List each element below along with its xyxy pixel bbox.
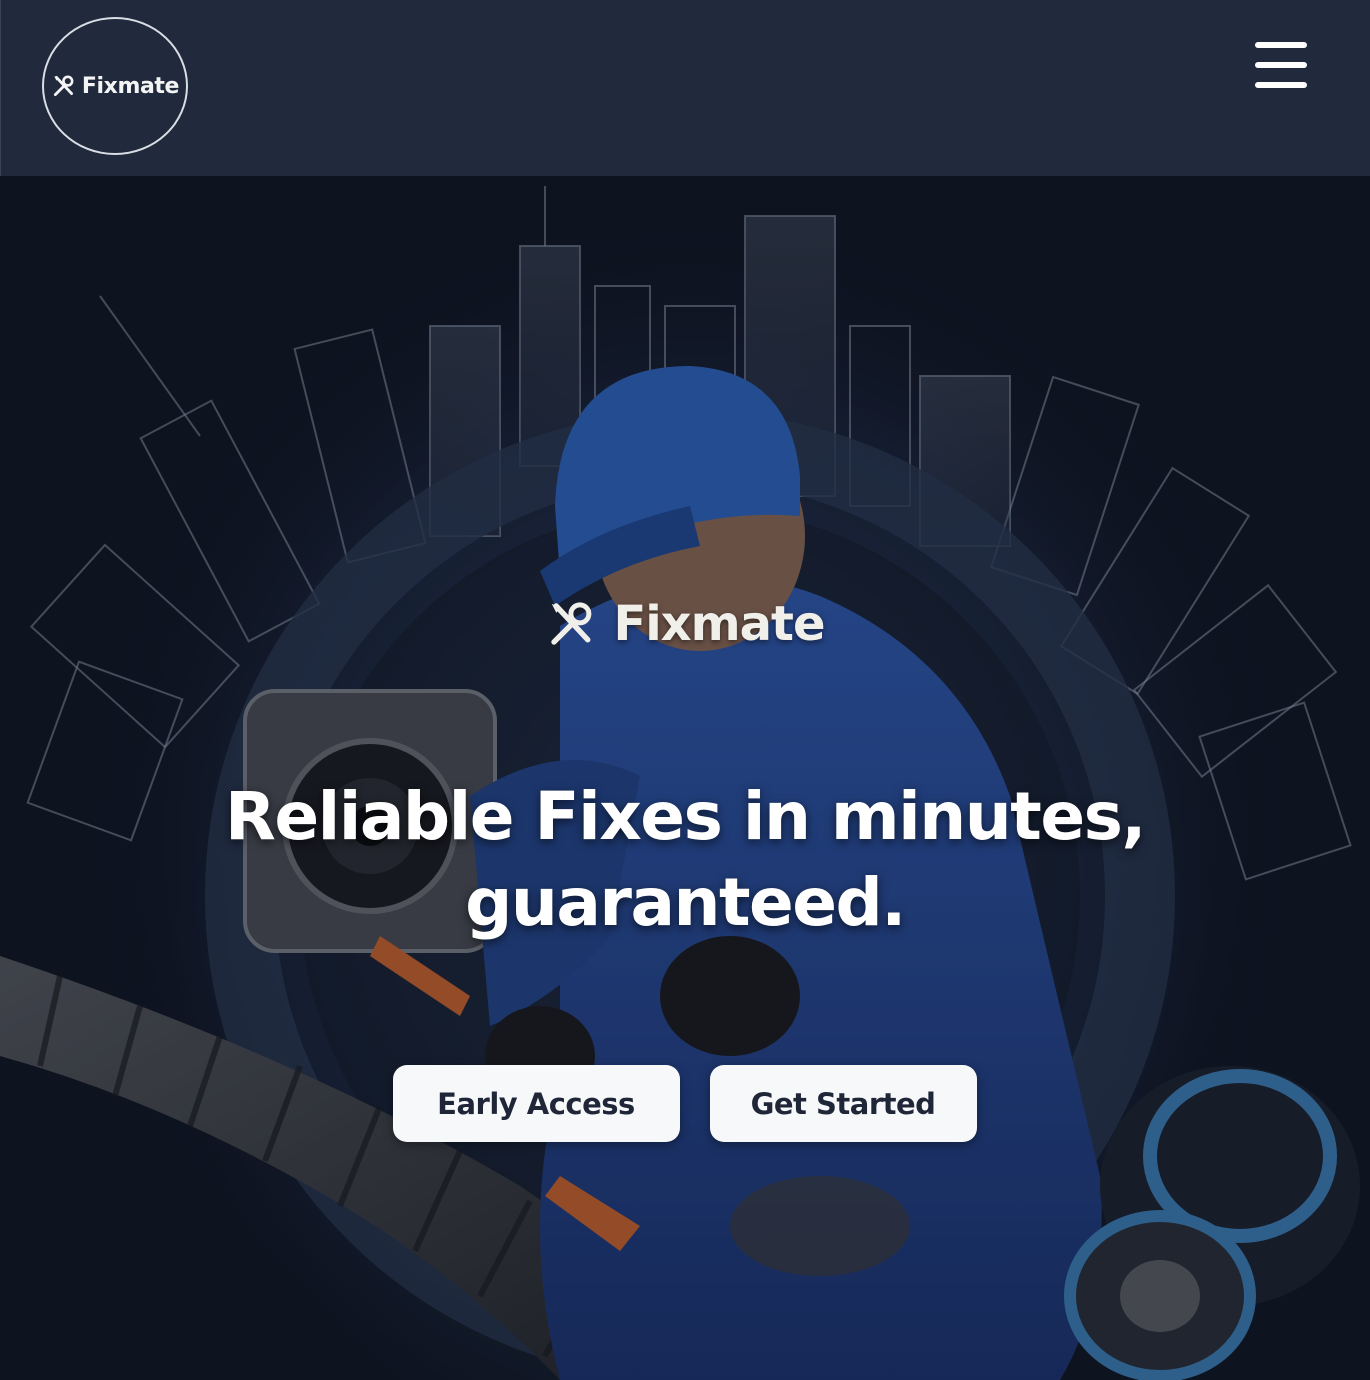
wrench-screwdriver-icon (551, 602, 592, 645)
hero-brand-text: Fixmate (613, 596, 825, 652)
wrench-screwdriver-icon (53, 75, 74, 97)
menu-bar-middle (1255, 62, 1307, 68)
hero-title: Reliable Fixes in minutes, guaranteed. (225, 778, 1146, 941)
logo[interactable]: Fixmate (42, 17, 188, 155)
hamburger-menu-icon[interactable] (1249, 38, 1313, 94)
early-access-button[interactable]: Early Access (392, 1065, 680, 1142)
hero-section: Fixmate Reliable Fixes in minutes, guara… (0, 176, 1370, 1380)
menu-bar-top (1255, 42, 1307, 48)
get-started-button[interactable]: Get Started (709, 1065, 977, 1142)
site-header: Fixmate (0, 0, 1370, 176)
hero-brand: Fixmate (0, 596, 1370, 652)
hero-actions: Early Access Get Started (0, 1065, 1370, 1142)
landing-page: Fixmate Fixmate Reliable Fixes in minute… (0, 0, 1370, 1380)
menu-bar-bottom (1255, 82, 1307, 88)
logo-text: Fixmate (81, 73, 180, 99)
